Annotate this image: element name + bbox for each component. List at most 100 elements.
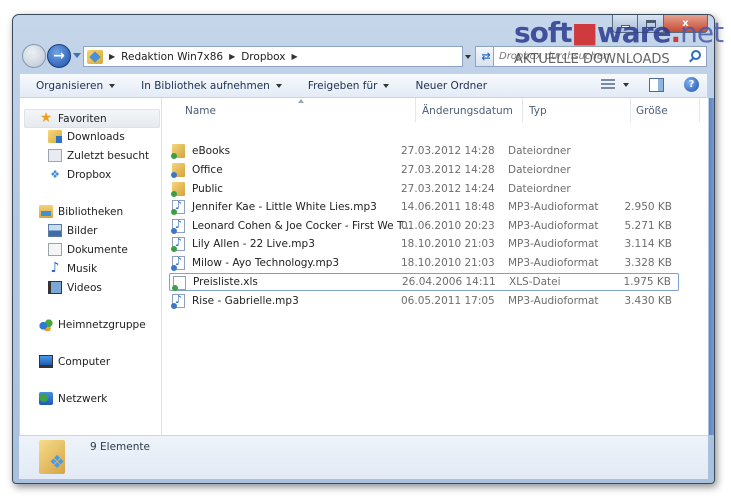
sidebar-label: Dropbox [67, 168, 112, 181]
column-divider[interactable] [630, 98, 631, 122]
help-icon[interactable]: ? [684, 77, 699, 92]
preview-pane-icon[interactable] [649, 77, 664, 92]
file-name: Rise - Gabrielle.mp3 [192, 295, 299, 307]
file-size: 3.430 KB [624, 295, 673, 307]
toolbar-right: ? [601, 77, 699, 92]
breadcrumb-item[interactable]: Redaktion Win7x86 [121, 51, 223, 63]
view-details-icon[interactable] [601, 78, 615, 91]
file-type: MP3-Audioformat [508, 238, 599, 250]
file-row[interactable]: Office 27.03.2012 14:28 Dateiordner [169, 161, 679, 179]
column-header-size[interactable]: Größe [636, 105, 668, 117]
file-row[interactable]: Leonard Cohen & Joe Cocker - First We T.… [169, 217, 679, 235]
file-row[interactable]: Jennifer Kae - Little White Lies.mp3 14.… [169, 198, 679, 216]
sidebar-item-music[interactable]: ♪ Musik [48, 260, 98, 276]
file-type: Dateiordner [508, 164, 571, 176]
window-controls: x [612, 15, 708, 33]
file-row[interactable]: Rise - Gabrielle.mp3 06.05.2011 17:05 MP… [169, 292, 679, 310]
file-name: Office [192, 164, 223, 176]
file-size: 2.950 KB [624, 201, 673, 213]
sidebar-item-computer[interactable]: Computer [39, 355, 110, 368]
file-type: MP3-Audioformat [508, 257, 599, 269]
search-input[interactable] [499, 51, 679, 62]
downloads-folder-icon [48, 130, 62, 143]
close-button[interactable]: x [664, 15, 708, 33]
breadcrumb-separator-icon[interactable]: ▶ [109, 52, 115, 61]
file-type: Dateiordner [508, 145, 571, 157]
file-size: 1.975 KB [623, 276, 672, 288]
new-folder-button[interactable]: Neuer Ordner [415, 80, 487, 92]
folder-syncing-icon [171, 163, 185, 178]
recent-pages-dropdown[interactable] [73, 53, 81, 58]
sidebar-item-recent-places[interactable]: Zuletzt besucht [48, 149, 149, 162]
navigation-pane: ★ Favoriten Downloads Zuletzt besucht ❖ Dr… [20, 98, 162, 435]
file-name: Lily Allen - 22 Live.mp3 [192, 238, 315, 250]
search-icon[interactable] [691, 50, 701, 60]
sidebar-item-videos[interactable]: Videos [48, 281, 102, 294]
file-name: Public [192, 183, 224, 195]
file-type: MP3-Audioformat [508, 220, 599, 232]
breadcrumb-separator-icon[interactable]: ▶ [291, 52, 297, 61]
minimize-button[interactable] [612, 15, 638, 33]
address-bar[interactable]: ▶ Redaktion Win7x86 ▶ Dropbox ▶ [83, 46, 463, 67]
breadcrumb-item[interactable]: Dropbox [241, 51, 285, 63]
file-name: Milow - Ayo Technology.mp3 [192, 257, 340, 269]
sidebar-item-downloads[interactable]: Downloads [48, 130, 125, 143]
file-row[interactable]: Public 27.03.2012 14:24 Dateiordner [169, 180, 679, 198]
column-divider[interactable] [522, 98, 523, 122]
folder-shared-icon [171, 182, 185, 197]
breadcrumb-separator-icon[interactable]: ▶ [229, 52, 235, 61]
documents-icon [48, 243, 62, 256]
column-divider[interactable] [415, 98, 416, 122]
file-date: 18.10.2010 21:03 [401, 257, 495, 269]
sidebar-item-libraries[interactable]: Bibliotheken [39, 205, 123, 218]
include-library-label: In Bibliothek aufnehmen [141, 79, 270, 92]
navigation-bar: ← → ▶ Redaktion Win7x86 ▶ Dropbox ▶ ⇄ [13, 43, 714, 73]
column-header-type[interactable]: Typ [529, 105, 547, 117]
file-type: MP3-Audioformat [508, 201, 599, 213]
sort-ascending-icon [298, 99, 304, 103]
include-in-library-button[interactable]: In Bibliothek aufnehmen [141, 80, 282, 92]
address-history-dropdown[interactable] [465, 55, 471, 59]
music-note-icon: ♪ [50, 260, 60, 276]
maximize-button[interactable] [638, 15, 664, 33]
column-header-name[interactable]: Name [185, 105, 216, 117]
view-options-dropdown[interactable] [623, 82, 629, 87]
sidebar-item-network[interactable]: Netzwerk [39, 392, 107, 405]
sidebar-item-pictures[interactable]: Bilder [48, 224, 97, 237]
libraries-icon [39, 205, 53, 218]
close-icon: x [682, 18, 689, 29]
recent-places-icon [48, 149, 62, 162]
folder-synced-icon [171, 144, 185, 159]
share-with-label: Freigeben für [307, 79, 378, 92]
column-header-date[interactable]: Änderungsdatum [422, 105, 513, 117]
audio-file-icon [171, 255, 185, 271]
forward-button[interactable]: → [47, 44, 71, 68]
arrow-left-icon: ← [28, 48, 40, 64]
chevron-down-icon [109, 83, 116, 88]
file-size: 5.271 KB [624, 220, 673, 232]
sidebar-item-documents[interactable]: Dokumente [48, 243, 128, 256]
item-count: 9 Elemente [90, 441, 150, 453]
audio-file-icon [171, 293, 185, 309]
spreadsheet-file-icon [172, 276, 186, 291]
column-headers: Name Änderungsdatum Typ Größe [163, 98, 709, 122]
share-with-button[interactable]: Freigeben für [308, 80, 390, 92]
file-date: 27.03.2012 14:28 [401, 145, 495, 157]
film-strip-icon [48, 281, 62, 294]
file-row[interactable]: eBooks 27.03.2012 14:28 Dateiordner [169, 142, 679, 160]
search-box[interactable] [493, 46, 707, 67]
file-date: 27.03.2012 14:24 [401, 183, 495, 195]
file-name: eBooks [192, 145, 231, 157]
sidebar-label: Downloads [67, 130, 125, 143]
file-row[interactable]: Milow - Ayo Technology.mp3 18.10.2010 21… [169, 254, 679, 272]
sidebar-item-homegroup[interactable]: Heimnetzgruppe [39, 318, 146, 331]
column-divider[interactable] [699, 98, 700, 122]
back-button[interactable]: ← [22, 44, 46, 68]
chevron-down-icon [383, 83, 390, 88]
sidebar-item-dropbox[interactable]: ❖ Dropbox [48, 168, 111, 181]
file-row[interactable]: Lily Allen - 22 Live.mp3 18.10.2010 21:0… [169, 235, 679, 253]
minimize-icon [620, 25, 630, 28]
file-row-selected[interactable]: Preisliste.xls 26.04.2006 14:11 XLS-Date… [169, 273, 679, 291]
sidebar-item-favorites[interactable]: ★ Favoriten [24, 109, 160, 128]
organize-button[interactable]: Organisieren [36, 80, 116, 92]
